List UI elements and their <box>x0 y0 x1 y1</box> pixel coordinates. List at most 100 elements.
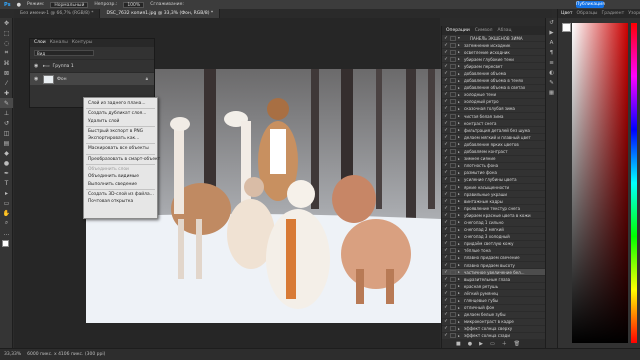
tab-layers[interactable]: Слои <box>34 39 46 47</box>
dialog-toggle-icon[interactable] <box>450 333 456 339</box>
dialog-toggle-icon[interactable] <box>450 248 456 254</box>
toggle-check-icon[interactable]: ✓ <box>442 106 450 111</box>
toggle-check-icon[interactable]: ✓ <box>442 78 450 83</box>
action-row[interactable]: ✓ ▸ плавно придаем высоту <box>442 262 557 270</box>
toggle-check-icon[interactable]: ✓ <box>442 326 450 331</box>
photoshop-logo-icon[interactable]: Ps <box>4 2 11 8</box>
action-row[interactable]: ✓ ▸ яркие насыщенности <box>442 184 557 192</box>
action-row[interactable]: ✓ ▸ размытие фона <box>442 170 557 177</box>
action-set-row[interactable]: ✓ ▾ ПАНЕЛЬ ЭКШЕНОВ ЗИМА <box>442 35 557 43</box>
record-icon[interactable]: ● <box>468 341 472 347</box>
pen-tool-icon[interactable]: ✒ <box>0 168 13 178</box>
dialog-toggle-icon[interactable] <box>450 312 456 318</box>
action-row[interactable]: ✓ ▸ затемнение исходник <box>442 42 557 50</box>
color-picker-field[interactable] <box>572 23 628 343</box>
eraser-tool-icon[interactable]: ◫ <box>0 128 13 138</box>
action-row[interactable]: ✓ ▸ микроконтраст в кадре <box>442 319 557 326</box>
action-row[interactable]: ✓ ▸ делаем мягкий и плавный цвет <box>442 134 557 142</box>
toggle-check-icon[interactable]: ✓ <box>442 312 450 317</box>
dialog-toggle-icon[interactable] <box>450 71 456 77</box>
toggle-check-icon[interactable]: ✓ <box>442 227 450 232</box>
toggle-check-icon[interactable]: ✓ <box>442 263 450 268</box>
action-row[interactable]: ✓ ▸ сказочная голубая зима <box>442 106 557 114</box>
dialog-toggle-icon[interactable] <box>450 170 456 176</box>
action-row[interactable]: ✓ ▸ осветление исходник <box>442 49 557 57</box>
mode-select[interactable]: Нормальный <box>50 1 89 8</box>
action-row[interactable]: ✓ ▸ винтажные кадры <box>442 198 557 206</box>
gradient-tool-icon[interactable]: ▤ <box>0 138 13 148</box>
action-row[interactable]: ✓ ▸ усиление глубины цвета <box>442 177 557 184</box>
dialog-toggle-icon[interactable] <box>450 35 456 41</box>
dialog-toggle-icon[interactable] <box>450 42 456 48</box>
action-row[interactable]: ✓ ▸ контраст снега <box>442 120 557 128</box>
shape-tool-icon[interactable]: ▭ <box>0 198 13 208</box>
brush-preset-icon[interactable]: ● <box>17 2 21 8</box>
menu-item-layer-from-background[interactable]: Слой из заднего плана... <box>84 100 157 107</box>
dialog-toggle-icon[interactable] <box>450 56 456 62</box>
toggle-check-icon[interactable]: ✓ <box>442 270 450 275</box>
toggle-check-icon[interactable]: ✓ <box>442 99 450 104</box>
dialog-toggle-icon[interactable] <box>450 177 456 183</box>
action-row[interactable]: ✓ ▸ снегопад 3 холодный <box>442 234 557 241</box>
dialog-toggle-icon[interactable] <box>450 205 456 211</box>
lasso-tool-icon[interactable]: ◌ <box>0 38 13 48</box>
dialog-toggle-icon[interactable] <box>450 319 456 325</box>
toggle-check-icon[interactable]: ✓ <box>442 248 450 253</box>
toggle-check-icon[interactable]: ✓ <box>442 199 450 204</box>
menu-item-export-as[interactable]: Экспортировать как... <box>84 135 157 142</box>
dialog-toggle-icon[interactable] <box>450 92 456 98</box>
new-set-icon[interactable]: ▭ <box>490 341 495 347</box>
trash-icon[interactable]: 🗑︎ <box>514 341 520 347</box>
dialog-toggle-icon[interactable] <box>450 184 456 190</box>
action-row[interactable]: ✓ ▸ частичное увеличение бел... <box>442 269 557 277</box>
stop-icon[interactable]: ■ <box>456 341 461 347</box>
dialog-toggle-icon[interactable] <box>450 276 456 282</box>
toggle-check-icon[interactable]: ✓ <box>442 213 450 218</box>
dialog-toggle-icon[interactable] <box>450 163 456 169</box>
action-row[interactable]: ✓ ▸ выразительные глаза <box>442 276 557 284</box>
dialog-toggle-icon[interactable] <box>450 219 456 225</box>
action-row[interactable]: ✓ ▸ холодные тени <box>442 92 557 99</box>
dialog-toggle-icon[interactable] <box>450 106 456 112</box>
hand-tool-icon[interactable]: ✋ <box>0 208 13 218</box>
action-row[interactable]: ✓ ▸ плотность фона <box>442 163 557 170</box>
dialog-toggle-icon[interactable] <box>450 255 456 261</box>
foreground-background-swatches[interactable] <box>0 238 12 254</box>
dialog-toggle-icon[interactable] <box>450 191 456 197</box>
toggle-check-icon[interactable]: ✓ <box>442 241 450 246</box>
toggle-check-icon[interactable]: ✓ <box>442 57 450 62</box>
visibility-eye-icon[interactable]: ◉ <box>34 63 40 69</box>
type-tool-icon[interactable]: T <box>0 178 13 188</box>
toggle-check-icon[interactable]: ✓ <box>442 135 450 140</box>
dialog-toggle-icon[interactable] <box>450 212 456 218</box>
object-select-tool-icon[interactable]: ⌗ <box>0 48 13 58</box>
toggle-check-icon[interactable]: ✓ <box>442 177 450 182</box>
toggle-check-icon[interactable]: ✓ <box>442 220 450 225</box>
toggle-check-icon[interactable]: ✓ <box>442 305 450 310</box>
dialog-toggle-icon[interactable] <box>450 227 456 233</box>
toggle-check-icon[interactable]: ✓ <box>442 114 450 119</box>
dialog-toggle-icon[interactable] <box>450 49 456 55</box>
action-row[interactable]: ✓ ▸ добавление объема в светах <box>442 85 557 92</box>
dialog-toggle-icon[interactable] <box>450 269 456 275</box>
toggle-check-icon[interactable]: ✓ <box>442 291 450 296</box>
toggle-check-icon[interactable]: ✓ <box>442 255 450 260</box>
toggle-check-icon[interactable]: ✓ <box>442 163 450 168</box>
dialog-toggle-icon[interactable] <box>450 298 456 304</box>
toggle-check-icon[interactable]: ✓ <box>442 36 450 41</box>
toggle-check-icon[interactable]: ✓ <box>442 284 450 289</box>
action-row[interactable]: ✓ ▸ лёгкий румянец <box>442 290 557 298</box>
blur-tool-icon[interactable]: ◆ <box>0 148 13 158</box>
menu-item-new-3d-layer[interactable]: Создать 3D-слой из файла... <box>84 191 157 198</box>
dialog-toggle-icon[interactable] <box>450 127 456 133</box>
dialog-toggle-icon[interactable] <box>450 241 456 247</box>
action-row[interactable]: ✓ ▸ добавление объема <box>442 70 557 78</box>
action-row[interactable]: ✓ ▸ придаём светлую кожу <box>442 241 557 248</box>
hue-slider[interactable] <box>631 23 637 343</box>
actions-panel-icon[interactable]: ▶ <box>546 28 557 38</box>
history-brush-tool-icon[interactable]: ↺ <box>0 118 13 128</box>
dialog-toggle-icon[interactable] <box>450 63 456 69</box>
foreground-color-swatch[interactable] <box>562 23 571 32</box>
layer-row[interactable]: ◉ Фон 🔒︎ <box>30 72 154 85</box>
dialog-toggle-icon[interactable] <box>450 134 456 140</box>
